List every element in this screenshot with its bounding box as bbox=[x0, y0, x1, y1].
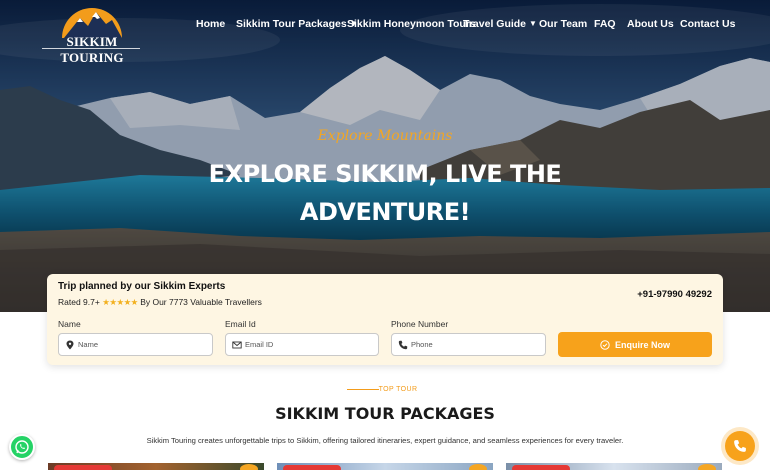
phone-field[interactable]: Phone bbox=[391, 333, 546, 356]
nav-travel-guide[interactable]: Travel Guide ▼ bbox=[463, 18, 537, 30]
nav-our-team[interactable]: Our Team bbox=[539, 18, 587, 30]
package-card-3[interactable] bbox=[506, 463, 722, 470]
name-label: Name bbox=[58, 319, 81, 329]
location-pin-icon bbox=[66, 340, 74, 349]
brand-underline bbox=[42, 48, 140, 49]
nav-home[interactable]: Home bbox=[196, 18, 225, 30]
section-description: Sikkim Touring creates unforgettable tri… bbox=[146, 436, 624, 445]
name-field[interactable]: Name bbox=[58, 333, 213, 356]
rating-suffix: By Our 7773 Valuable Travellers bbox=[140, 297, 262, 307]
whatsapp-icon bbox=[15, 440, 29, 454]
package-badge bbox=[54, 465, 112, 470]
rating-stars-icon: ★★★★★ bbox=[102, 297, 138, 307]
email-placeholder: Email ID bbox=[245, 340, 274, 349]
contact-phone[interactable]: +91-97990 49292 bbox=[637, 289, 712, 300]
package-favorite-icon[interactable] bbox=[240, 464, 258, 470]
enquire-now-button[interactable]: Enquire Now bbox=[558, 332, 712, 357]
section-title: SIKKIM TOUR PACKAGES bbox=[275, 404, 495, 423]
chevron-down-icon: ▼ bbox=[529, 19, 537, 28]
rating-prefix: Rated 9.7+ bbox=[58, 297, 100, 307]
package-favorite-icon[interactable] bbox=[469, 464, 487, 470]
package-card-2[interactable] bbox=[277, 463, 493, 470]
envelope-icon bbox=[232, 341, 242, 348]
rating-line: Rated 9.7+ ★★★★★ By Our 7773 Valuable Tr… bbox=[58, 297, 262, 308]
email-field[interactable]: Email ID bbox=[225, 333, 379, 356]
package-card-1[interactable] bbox=[48, 463, 264, 470]
hero-headline: EXPLORE SIKKIM, LIVE THE ADVENTURE! bbox=[208, 160, 562, 226]
nav-faq[interactable]: FAQ bbox=[594, 18, 616, 30]
phone-placeholder: Phone bbox=[411, 340, 433, 349]
enquire-label: Enquire Now bbox=[614, 339, 670, 350]
package-badge bbox=[512, 465, 570, 470]
enquiry-card: Trip planned by our Sikkim Experts Rated… bbox=[47, 274, 723, 365]
phone-icon bbox=[398, 340, 408, 349]
phone-label: Phone Number bbox=[391, 319, 449, 329]
nav-sikkim-honeymoon-tours[interactable]: Sikkim Honeymoon Tours bbox=[347, 18, 476, 30]
phone-call-icon bbox=[734, 440, 746, 452]
nav-sikkim-tour-packages[interactable]: Sikkim Tour Packages ▼ bbox=[236, 18, 358, 30]
name-placeholder: Name bbox=[78, 340, 99, 349]
hero-kicker: Explore Mountains bbox=[317, 128, 453, 144]
nav-contact-us[interactable]: Contact Us bbox=[680, 18, 735, 30]
check-circle-icon bbox=[600, 339, 610, 350]
package-favorite-icon[interactable] bbox=[698, 464, 716, 470]
enquiry-title: Trip planned by our Sikkim Experts bbox=[58, 281, 226, 292]
brand-name[interactable]: SIKKIM TOURING bbox=[40, 34, 144, 66]
whatsapp-button[interactable] bbox=[9, 434, 35, 460]
email-label: Email Id bbox=[225, 319, 256, 329]
call-button[interactable] bbox=[725, 431, 755, 461]
nav-about-us[interactable]: About Us bbox=[627, 18, 674, 30]
package-badge bbox=[283, 465, 341, 470]
section-kicker: TOP TOUR bbox=[378, 386, 418, 393]
